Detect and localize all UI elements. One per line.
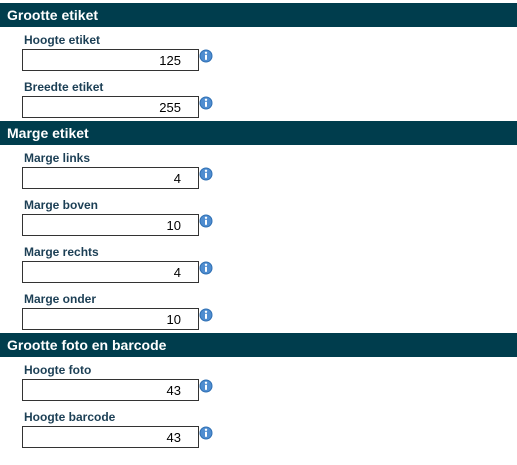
label-marge-links: Marge links	[24, 151, 91, 165]
marge-boven-input[interactable]	[22, 214, 199, 236]
label-marge-boven: Marge boven	[24, 198, 99, 212]
label-hoogte-etiket: Hoogte etiket	[24, 33, 101, 47]
section-header-grootte-etiket: Grootte etiket	[0, 3, 517, 27]
hoogte-foto-input[interactable]	[22, 379, 199, 401]
label-marge-rechts: Marge rechts	[24, 245, 99, 259]
info-icon[interactable]	[199, 49, 213, 63]
hoogte-barcode-input[interactable]	[22, 426, 199, 448]
info-icon[interactable]	[199, 426, 213, 440]
info-icon[interactable]	[199, 261, 213, 275]
breedte-etiket-input[interactable]	[22, 96, 199, 118]
info-icon[interactable]	[199, 214, 213, 228]
label-hoogte-foto: Hoogte foto	[24, 363, 92, 377]
label-breedte-etiket: Breedte etiket	[24, 80, 104, 94]
marge-rechts-input[interactable]	[22, 261, 199, 283]
hoogte-etiket-input[interactable]	[22, 49, 199, 71]
section-header-grootte-foto-en-barcode: Grootte foto en barcode	[0, 333, 517, 357]
marge-links-input[interactable]	[22, 167, 199, 189]
label-marge-onder: Marge onder	[24, 292, 97, 306]
info-icon[interactable]	[199, 379, 213, 393]
marge-onder-input[interactable]	[22, 308, 199, 330]
info-icon[interactable]	[199, 96, 213, 110]
info-icon[interactable]	[199, 308, 213, 322]
info-icon[interactable]	[199, 167, 213, 181]
section-header-marge-etiket: Marge etiket	[0, 121, 517, 145]
label-hoogte-barcode: Hoogte barcode	[24, 410, 116, 424]
